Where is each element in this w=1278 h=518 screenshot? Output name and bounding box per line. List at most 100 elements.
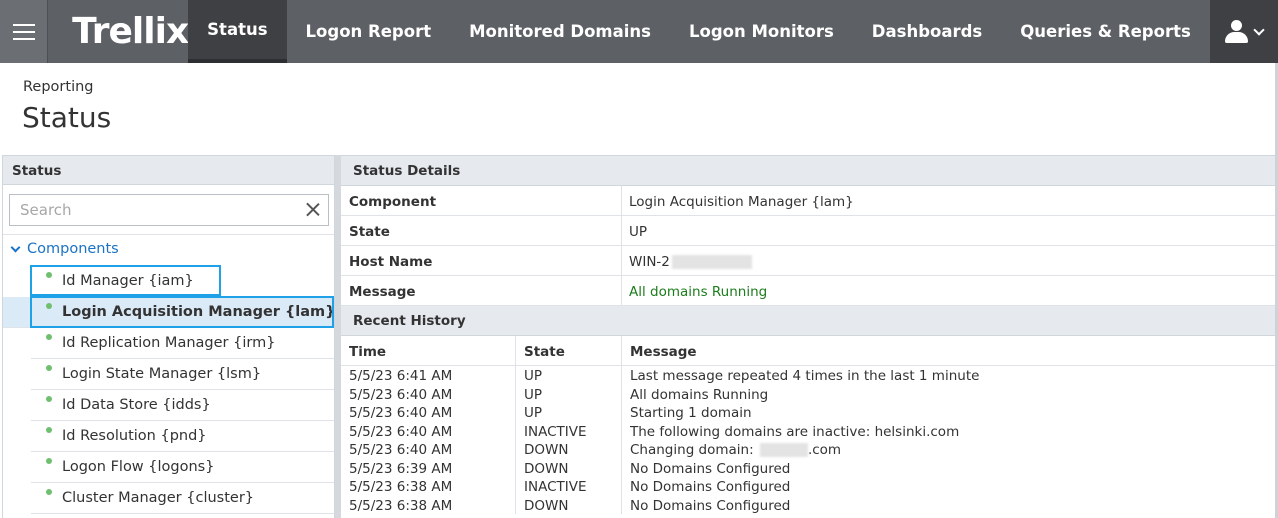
user-menu-button[interactable]: [1209, 0, 1278, 63]
component-item-cluster[interactable]: Cluster Manager {cluster}: [31, 483, 334, 514]
breadcrumb[interactable]: Reporting: [23, 79, 94, 95]
column-header-time[interactable]: Time: [341, 336, 516, 365]
column-header-state[interactable]: State: [516, 336, 622, 365]
component-label: Cluster Manager {cluster}: [62, 490, 255, 506]
component-label: Id Data Store {idds}: [62, 397, 211, 413]
status-up-icon: [46, 396, 52, 402]
status-up-icon: [46, 458, 52, 464]
nav-tab-logon-monitors[interactable]: Logon Monitors: [670, 0, 853, 63]
logo-text: Trellix: [72, 11, 189, 52]
status-panel-heading: Status: [3, 156, 334, 185]
search-input[interactable]: [10, 195, 290, 225]
component-label: Id Resolution {pnd}: [62, 428, 207, 444]
cell-message: No Domains Configured: [630, 460, 791, 477]
status-up-icon: [46, 334, 52, 340]
cell-time: 5/5/23 6:40 AM: [341, 403, 516, 422]
message-suffix: .com: [807, 442, 842, 458]
cell-time: 5/5/23 6:41 AM: [341, 366, 516, 385]
component-item-lam[interactable]: Login Acquisition Manager {lam}: [3, 297, 335, 328]
cell-time: 5/5/23 6:40 AM: [341, 440, 516, 459]
status-up-icon: [46, 365, 52, 371]
detail-key: Message: [341, 276, 622, 305]
chevron-down-icon[interactable]: [10, 242, 21, 252]
divider: [3, 234, 334, 235]
column-header-message[interactable]: Message: [622, 336, 1275, 365]
cell-state: DOWN: [516, 458, 622, 477]
detail-key: Host Name: [341, 246, 622, 275]
nav-tab-status[interactable]: Status: [188, 0, 287, 63]
cell-message: Changing domain: .com: [622, 440, 1275, 459]
redacted-block: [759, 443, 808, 457]
status-tree-panel: Status Components Id Manager {iam} Login…: [2, 155, 335, 518]
status-up-icon: [46, 489, 52, 495]
table-row: 5/5/23 6:40 AM INACTIVE The following do…: [341, 421, 1275, 440]
cell-state: INACTIVE: [516, 477, 622, 496]
status-up-icon: [46, 272, 52, 278]
cell-message: No Domains Configured: [630, 479, 791, 495]
history-table-header: Time State Message: [341, 336, 1275, 366]
detail-key: State: [341, 216, 622, 245]
tree-node-components[interactable]: Components: [10, 241, 119, 257]
component-label: Id Manager {iam}: [62, 273, 194, 289]
table-row: 5/5/23 6:38 AM DOWN No Domains Configure…: [341, 495, 1275, 514]
table-row: 5/5/23 6:40 AM DOWN Changing domain: .co…: [341, 440, 1275, 459]
component-item-idds[interactable]: Id Data Store {idds}: [31, 390, 334, 421]
main-nav: Status Logon Report Monitored Domains Lo…: [188, 0, 1210, 63]
table-row: 5/5/23 6:38 AM INACTIVE No Domains Confi…: [341, 477, 1275, 496]
status-details-panel: Status Details Component Login Acquisiti…: [341, 155, 1275, 518]
nav-tab-dashboards[interactable]: Dashboards: [853, 0, 1001, 63]
cell-message: All domains Running: [630, 386, 769, 403]
component-item-iam[interactable]: Id Manager {iam}: [31, 266, 334, 297]
cell-state: UP: [516, 384, 622, 403]
nav-tab-monitored-domains[interactable]: Monitored Domains: [450, 0, 670, 63]
tree-node-label: Components: [27, 241, 119, 257]
component-item-lsm[interactable]: Login State Manager {lsm}: [31, 359, 334, 390]
hamburger-menu-button[interactable]: [0, 0, 49, 63]
cell-message: Last message repeated 4 times in the las…: [630, 368, 980, 384]
host-name-text: WIN-2: [629, 254, 670, 270]
cell-time: 5/5/23 6:40 AM: [341, 384, 516, 403]
chevron-down-icon: [1253, 23, 1265, 36]
table-row: 5/5/23 6:39 AM DOWN No Domains Configure…: [341, 458, 1275, 477]
cell-time: 5/5/23 6:38 AM: [341, 477, 516, 496]
cell-time: 5/5/23 6:39 AM: [341, 458, 516, 477]
detail-value: UP: [629, 224, 648, 240]
nav-tab-logon-report[interactable]: Logon Report: [287, 0, 451, 63]
component-label: Id Replication Manager {irm}: [62, 335, 276, 351]
component-item-pnd[interactable]: Id Resolution {pnd}: [31, 421, 334, 452]
nav-tab-queries-reports[interactable]: Queries & Reports: [1001, 0, 1210, 63]
top-nav-bar: Trellix Status Logon Report Monitored Do…: [0, 0, 1278, 63]
component-label: Login State Manager {lsm}: [62, 366, 262, 382]
cell-message: Starting 1 domain: [630, 405, 752, 421]
user-icon: [1224, 19, 1248, 44]
hamburger-icon: [12, 19, 35, 45]
cell-message: The following domains are inactive: hels…: [630, 423, 960, 440]
detail-value: Login Acquisition Manager {lam}: [629, 194, 854, 210]
trellix-logo[interactable]: Trellix: [48, 0, 189, 63]
recent-history-heading: Recent History: [341, 306, 1275, 336]
component-label: Logon Flow {logons}: [62, 459, 215, 475]
status-up-icon: [46, 303, 52, 309]
cell-state: DOWN: [516, 495, 622, 514]
component-item-irm[interactable]: Id Replication Manager {irm}: [31, 328, 334, 359]
detail-row-message: Message All domains Running: [341, 276, 1275, 306]
cell-time: 5/5/23 6:40 AM: [341, 421, 516, 440]
table-row: 5/5/23 6:40 AM UP Starting 1 domain: [341, 403, 1275, 422]
search-box: [9, 194, 329, 226]
cell-state: INACTIVE: [516, 421, 622, 440]
detail-value: All domains Running: [629, 284, 768, 300]
component-label: Login Acquisition Manager {lam}: [62, 304, 335, 320]
detail-row-state: State UP: [341, 216, 1275, 246]
clear-search-icon[interactable]: [305, 202, 320, 217]
table-row: 5/5/23 6:40 AM UP All domains Running: [341, 384, 1275, 403]
status-up-icon: [46, 427, 52, 433]
cell-state: DOWN: [516, 440, 622, 459]
detail-value-host: WIN-2: [622, 246, 759, 275]
cell-state: UP: [516, 366, 622, 385]
detail-row-host-name: Host Name WIN-2: [341, 246, 1275, 276]
component-list: Id Manager {iam} Login Acquisition Manag…: [3, 266, 334, 514]
detail-row-component: Component Login Acquisition Manager {lam…: [341, 186, 1275, 216]
component-item-logons[interactable]: Logon Flow {logons}: [31, 452, 334, 483]
detail-key: Component: [341, 186, 622, 215]
page-title: Status: [22, 101, 112, 134]
